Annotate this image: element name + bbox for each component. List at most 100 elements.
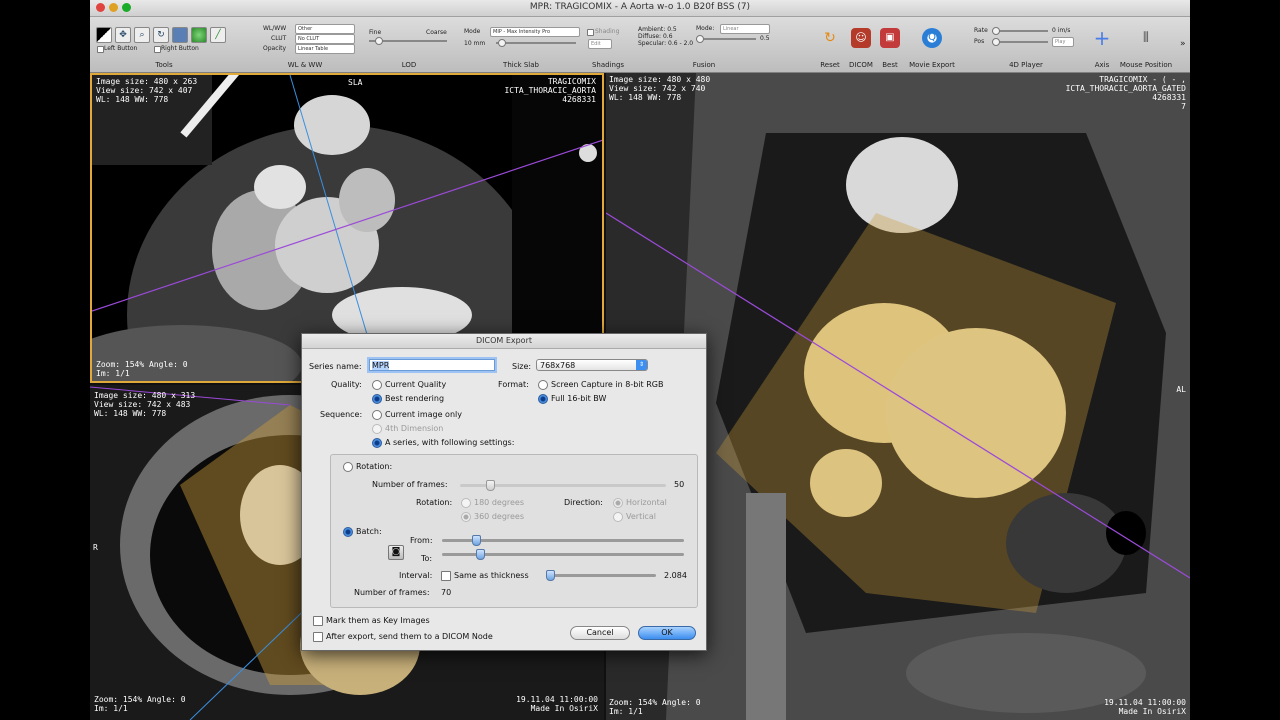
interval-slider[interactable]: [546, 570, 656, 581]
shading-check[interactable]: [587, 29, 594, 36]
seq-current-radio[interactable]: [372, 410, 382, 420]
mouse-position-button[interactable]: ⫴ Mouse Position: [1118, 17, 1174, 72]
roi-tool-icon[interactable]: [191, 27, 207, 43]
size-popup[interactable]: 768x768 ⇕: [536, 359, 648, 371]
player-play-button[interactable]: Play: [1052, 37, 1074, 47]
to-slider[interactable]: [442, 549, 684, 560]
dialog-title: DICOM Export: [302, 334, 706, 349]
player-pos-slider[interactable]: [992, 38, 1048, 46]
bl-image-size: Image size: 480 x 313: [94, 391, 196, 400]
right-button-label: Right Button: [161, 45, 199, 52]
dicom-icon: ☺: [851, 28, 871, 48]
tl-image-size: Image size: 480 x 263: [96, 77, 198, 86]
opacity-popup[interactable]: Linear Table: [295, 44, 355, 54]
thickslab-mode-key: Mode: [464, 28, 481, 35]
vertical-label: Vertical: [626, 512, 656, 521]
fusion-ambient: Ambient: 0.5: [638, 26, 677, 33]
r-view-size: View size: 742 x 740: [609, 84, 706, 93]
fusion-mode-popup[interactable]: Linear: [720, 24, 770, 34]
send-node-check[interactable]: [313, 632, 323, 642]
wlww-popup[interactable]: Other: [295, 24, 355, 34]
reset-label: Reset: [820, 61, 840, 69]
batch-lock-icon[interactable]: ◙: [388, 545, 404, 560]
reset-button[interactable]: ↻ Reset: [816, 17, 844, 72]
rotation-radio[interactable]: [343, 462, 353, 472]
interval-slider-knob[interactable]: [546, 570, 555, 581]
title-bar: MPR: TRAGICOMIX - A Aorta w-o 1.0 B20f B…: [90, 0, 1190, 17]
thickslab-slider[interactable]: [496, 39, 576, 47]
seq-series-radio[interactable]: [372, 438, 382, 448]
to-slider-knob[interactable]: [476, 549, 485, 560]
fusion-value: 0.5: [760, 35, 770, 42]
deg360-radio[interactable]: [461, 512, 471, 522]
tools-group: ✥ ⌕ ↻ ╱ Left Button Right Button Tools: [94, 17, 234, 72]
shadings-label: Shadings: [591, 61, 625, 69]
seq-4d-radio[interactable]: [372, 424, 382, 434]
axis-button[interactable]: + Axis: [1090, 17, 1114, 72]
player-label: 4D Player: [1009, 61, 1043, 69]
player-rate-slider[interactable]: [992, 27, 1048, 35]
quality-best-radio[interactable]: [372, 394, 382, 404]
shadings-group: Shading Edit Shadings: [584, 17, 632, 72]
size-value: 768x768: [540, 361, 576, 370]
format-full-label: Full 16-bit BW: [551, 394, 607, 403]
format-screen-radio[interactable]: [538, 380, 548, 390]
cancel-button[interactable]: Cancel: [570, 626, 630, 640]
send-node-label: After export, send them to a DICOM Node: [326, 632, 493, 641]
player-pos-key: Pos: [974, 38, 985, 45]
same-thickness-check[interactable]: [441, 571, 451, 581]
toolbar-overflow-icon[interactable]: »: [1180, 39, 1186, 49]
best-button[interactable]: ▣ Best: [876, 17, 904, 72]
size-label: Size:: [512, 362, 532, 371]
thickslab-slider-knob[interactable]: [498, 39, 506, 47]
r-study: ICTA_THORACIC_AORTA_GATED: [1065, 84, 1186, 93]
player-rate-knob[interactable]: [992, 27, 1000, 35]
left-button-check[interactable]: [97, 46, 104, 53]
scroll-tool-icon[interactable]: [172, 27, 188, 43]
ok-button[interactable]: OK: [638, 626, 696, 640]
quality-current-radio[interactable]: [372, 380, 382, 390]
move-tool-icon[interactable]: ✥: [115, 27, 131, 43]
horizontal-radio[interactable]: [613, 498, 623, 508]
key-images-check[interactable]: [313, 616, 323, 626]
axis-icon: +: [1093, 26, 1111, 50]
quality-best-label: Best rendering: [385, 394, 445, 403]
fusion-slider[interactable]: [696, 35, 756, 43]
rotate-tool-icon[interactable]: ↻: [153, 27, 169, 43]
deg180-radio[interactable]: [461, 498, 471, 508]
mouse-position-label: Mouse Position: [1119, 61, 1173, 69]
zoom-tool-icon[interactable]: ⌕: [134, 27, 150, 43]
left-black-border: [0, 0, 90, 720]
from-slider-knob[interactable]: [472, 535, 481, 546]
rotation-label: Rotation:: [356, 462, 393, 471]
r-zoom: Zoom: 154% Angle: 0: [609, 698, 701, 707]
lod-group: Fine Coarse LOD: [366, 17, 452, 72]
series-name-input[interactable]: MPR: [369, 359, 495, 371]
fusion-slider-knob[interactable]: [696, 35, 704, 43]
shading-edit-button[interactable]: Edit: [588, 39, 612, 49]
player-pos-knob[interactable]: [992, 38, 1000, 46]
length-tool-icon[interactable]: ╱: [210, 27, 226, 43]
wlww-label: WL & WW: [287, 61, 323, 69]
right-button-check[interactable]: [154, 46, 161, 53]
lod-slider[interactable]: [369, 37, 447, 45]
format-full-radio[interactable]: [538, 394, 548, 404]
movie-export-button[interactable]: Q Movie Export: [904, 17, 960, 72]
right-black-border: [1190, 0, 1280, 720]
lod-fine: Fine: [369, 29, 382, 36]
dicom-button[interactable]: ☺ DICOM: [846, 17, 876, 72]
batch-radio[interactable]: [343, 527, 353, 537]
thickslab-mode-popup[interactable]: MIP - Max Intensity Pro: [490, 27, 580, 37]
interval-label: Interval:: [399, 571, 433, 580]
clut-popup[interactable]: No CLUT: [295, 34, 355, 44]
vertical-radio[interactable]: [613, 512, 623, 522]
frames-slider[interactable]: [460, 480, 666, 491]
lod-slider-knob[interactable]: [375, 37, 383, 45]
frames-slider-knob[interactable]: [486, 480, 495, 491]
from-slider[interactable]: [442, 535, 684, 546]
series-name-value: MPR: [372, 361, 390, 370]
wlww-tool-icon[interactable]: [96, 27, 112, 43]
tl-patient-id: 4268331: [562, 95, 596, 104]
sequence-label: Sequence:: [320, 410, 363, 419]
tl-study: ICTA_THORACIC_AORTA: [504, 86, 596, 95]
